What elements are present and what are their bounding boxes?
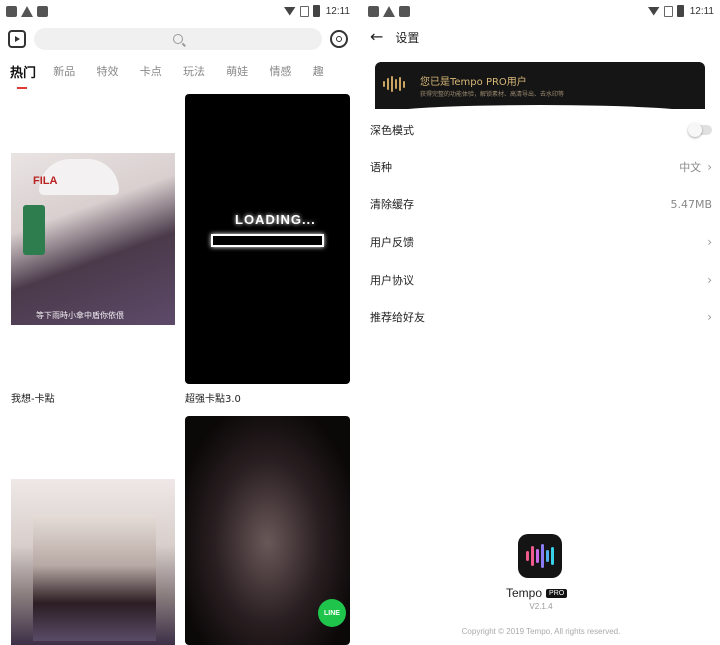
setting-label: 语种: [370, 161, 392, 174]
chevron-right-icon: ›: [707, 235, 712, 249]
setting-language[interactable]: 语种 中文 ›: [370, 157, 712, 177]
template-card-title[interactable]: 超强卡點3.0: [185, 390, 241, 405]
settings-screen: 12:11 ← 设置 您已是Tempo PRO用户 获得完整的功能体验，解锁素材…: [362, 0, 720, 645]
settings-gear-icon[interactable]: [330, 30, 348, 48]
tab-beat[interactable]: 卡点: [140, 63, 183, 79]
search-icon: [173, 34, 183, 44]
status-bar: 12:11: [362, 0, 720, 22]
home-screen: 12:11 热门 新品 特效 卡点 玩法 萌娃 情感 趣 FILA 等下雨時小傘…: [0, 0, 356, 645]
setting-user-agreement[interactable]: 用户协议 ›: [370, 270, 712, 290]
loading-bar: [211, 234, 324, 247]
setting-label: 清除缓存: [370, 198, 414, 211]
template-card-thumbnail[interactable]: LOADING...: [185, 94, 350, 384]
search-input[interactable]: [34, 28, 322, 50]
tab-new[interactable]: 新品: [53, 63, 96, 79]
card-overlay-text: 等下雨時小傘中盾你依偎: [36, 311, 124, 320]
hat-logo: FILA: [33, 175, 58, 187]
back-arrow-icon[interactable]: ←: [370, 29, 383, 45]
setting-clear-cache[interactable]: 清除缓存 5.47MB: [370, 194, 712, 214]
tab-emotion[interactable]: 情感: [270, 63, 313, 79]
settings-header: ← 设置: [362, 22, 720, 52]
tempo-app-logo-icon: [518, 534, 562, 578]
copyright-text: Copyright © 2019 Tempo, All rights reser…: [461, 627, 621, 636]
warning-icon: [21, 5, 33, 17]
tab-kids[interactable]: 萌娃: [226, 63, 269, 79]
chevron-right-icon: ›: [707, 310, 712, 324]
template-card-title[interactable]: 我想-卡點: [11, 390, 55, 405]
wifi-icon: [647, 6, 660, 16]
status-bar: 12:11: [0, 0, 356, 22]
notification-icon: [399, 5, 410, 17]
can-shape: [23, 205, 45, 255]
setting-label: 推荐给好友: [370, 311, 425, 324]
cache-size-value: 5.47MB: [670, 197, 712, 211]
app-version: V2.1.4: [529, 602, 553, 611]
home-header: [0, 24, 356, 54]
notification-icon: [368, 5, 379, 17]
notification-icon: [37, 5, 48, 17]
sim-icon: [663, 5, 673, 17]
template-card-thumbnail[interactable]: [11, 479, 175, 645]
dark-mode-toggle[interactable]: [688, 123, 712, 137]
setting-dark-mode[interactable]: 深色模式: [370, 120, 712, 140]
tab-more[interactable]: 趣: [313, 63, 356, 79]
setting-label: 用户协议: [370, 274, 414, 287]
app-name-text: Tempo: [506, 586, 543, 600]
tab-effects[interactable]: 特效: [97, 63, 140, 79]
loading-text: LOADING...: [235, 212, 316, 227]
warning-icon: [383, 5, 395, 17]
tempo-pro-logo-icon: [383, 76, 405, 92]
setting-label: 用户反馈: [370, 236, 414, 249]
status-time: 12:11: [325, 5, 350, 17]
tab-play[interactable]: 玩法: [183, 63, 226, 79]
inset-photo: [33, 515, 156, 641]
template-card-thumbnail[interactable]: FILA 等下雨時小傘中盾你依偎: [11, 153, 175, 325]
app-name: Tempo PRO: [506, 586, 568, 600]
wifi-icon: [283, 6, 296, 16]
chevron-right-icon: ›: [707, 160, 712, 174]
pro-banner-title: 您已是Tempo PRO用户: [420, 77, 527, 88]
category-tabs: 热门 新品 特效 卡点 玩法 萌娃 情感 趣: [0, 56, 356, 89]
pro-banner-subtitle: 获得完整的功能体验，解锁素材、高清导出、去水印等: [420, 91, 565, 98]
status-time: 12:11: [689, 5, 714, 17]
pro-badge: PRO: [546, 588, 568, 598]
battery-icon: [312, 5, 320, 17]
battery-icon: [676, 5, 684, 17]
setting-value: 中文: [679, 161, 702, 174]
setting-label: 深色模式: [370, 124, 414, 137]
tab-hot[interactable]: 热门: [10, 62, 53, 89]
template-card-thumbnail[interactable]: LINE: [185, 416, 350, 645]
pro-status-banner[interactable]: 您已是Tempo PRO用户 获得完整的功能体验，解锁素材、高清导出、去水印等: [375, 62, 705, 109]
setting-recommend-friends[interactable]: 推荐给好友 ›: [370, 307, 712, 327]
notification-icon: [6, 5, 17, 17]
sim-icon: [299, 5, 309, 17]
video-library-icon[interactable]: [8, 30, 26, 48]
setting-feedback[interactable]: 用户反馈 ›: [370, 232, 712, 252]
line-share-button[interactable]: LINE: [318, 599, 346, 627]
chevron-right-icon: ›: [707, 273, 712, 287]
page-title: 设置: [395, 30, 420, 45]
